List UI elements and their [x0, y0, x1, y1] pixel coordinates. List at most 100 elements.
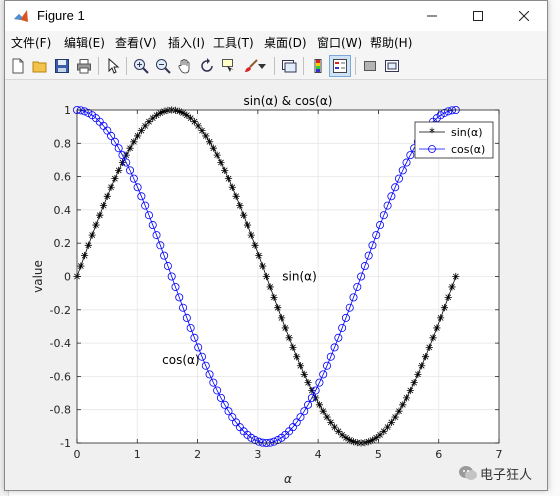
data-point-sin [406, 386, 414, 395]
show-plot-tools-button[interactable] [381, 55, 403, 77]
menu-file[interactable]: 文件(F) [11, 34, 51, 51]
y-tick-label: 0.4 [54, 204, 72, 217]
hide-plot-tools-icon [364, 61, 376, 71]
pointer-arrow-icon [108, 58, 120, 74]
data-point-sin [243, 221, 252, 229]
figure-window: Figure 1 文件(F) 编辑(E) 查看(V) 插入(I) 工具(T) 桌… [4, 0, 548, 491]
pan-button[interactable] [174, 55, 196, 77]
insert-legend-button[interactable] [329, 55, 351, 77]
new-figure-button[interactable] [7, 55, 29, 77]
data-point-sin [77, 262, 85, 270]
y-tick-label: -0.6 [50, 370, 71, 383]
folder-icon [32, 61, 47, 73]
legend-label-cos: cos(α) [451, 143, 485, 156]
data-point-sin [418, 362, 426, 370]
chart-title: sin(α) & cos(α) [244, 94, 333, 108]
data-point-sin [414, 370, 422, 378]
data-point-sin [84, 241, 92, 249]
legend[interactable]: * sin(α) cos(α) [414, 121, 494, 159]
link-plot-button[interactable] [278, 55, 300, 77]
title-bar[interactable]: Figure 1 [5, 1, 547, 31]
annotation-cos: cos(α) [162, 353, 199, 367]
data-point-sin [277, 314, 286, 322]
maximize-button[interactable] [455, 1, 501, 31]
data-point-sin [213, 151, 221, 159]
print-button[interactable] [73, 55, 95, 77]
x-tick-label: 7 [496, 448, 503, 461]
zoom-out-button[interactable] [152, 55, 174, 77]
data-point-sin [247, 231, 255, 239]
menu-window[interactable]: 窗口(W) [317, 34, 362, 51]
x-tick-label: 5 [375, 448, 382, 461]
y-tick-label: 1 [64, 104, 71, 117]
insert-colorbar-button[interactable] [307, 55, 329, 77]
show-plot-tools-icon [385, 60, 399, 72]
data-cursor-button[interactable] [218, 55, 240, 77]
printer-icon [77, 59, 91, 74]
save-button[interactable] [51, 55, 73, 77]
data-point-sin [255, 252, 263, 260]
close-button[interactable] [501, 1, 547, 31]
toolbar-separator [126, 57, 127, 75]
data-point-sin [300, 370, 308, 378]
data-point-sin [270, 293, 278, 301]
data-point-sin [395, 407, 403, 415]
toolbar-separator [303, 57, 304, 75]
data-point-sin [387, 418, 395, 427]
data-point-sin [80, 252, 89, 260]
toolbar-separator [355, 57, 356, 75]
menu-edit[interactable]: 编辑(E) [64, 34, 105, 51]
x-tick-label: 2 [194, 448, 201, 461]
rotate-icon [201, 58, 213, 72]
open-file-button[interactable] [29, 55, 51, 77]
x-tick-label: 0 [74, 448, 81, 461]
brush-dropdown[interactable] [256, 55, 268, 77]
data-point-sin [88, 231, 96, 239]
plot-svg: 0 1 2 3 4 5 6 7 -1 -0.8 -0.6 -0.4 -0.2 0 0.2 0.4 0.6 0.8 1… [31, 94, 503, 486]
data-point-sin [103, 192, 111, 200]
data-cursor-icon [222, 59, 234, 72]
data-point-sin [274, 304, 282, 312]
y-tick-label: -0.2 [50, 304, 71, 317]
menu-insert[interactable]: 插入(I) [168, 34, 205, 51]
data-point-sin [137, 126, 145, 135]
x-tick-label: 4 [315, 448, 322, 461]
rotate-3d-button[interactable] [196, 55, 218, 77]
data-point-sin [304, 379, 312, 387]
data-point-sin [319, 407, 327, 415]
menu-view[interactable]: 查看(V) [115, 34, 157, 51]
toolbar-separator [274, 57, 275, 75]
data-point-sin [429, 334, 437, 342]
data-point-sin [384, 423, 392, 431]
minimize-button[interactable] [409, 1, 455, 31]
data-point-sin [266, 283, 274, 291]
background-window-edge-right [548, 0, 560, 496]
data-point-sin [198, 126, 206, 135]
data-point-sin [194, 122, 202, 130]
data-point-sin [327, 418, 335, 427]
data-point-sin [228, 183, 236, 191]
legend-marker-sin: * [429, 126, 435, 140]
minimize-icon [427, 15, 437, 17]
chevron-down-icon [258, 64, 266, 69]
data-point-sin [99, 202, 108, 210]
legend-label-sin: sin(α) [451, 126, 483, 139]
zoom-in-button[interactable] [130, 55, 152, 77]
edit-plot-button[interactable] [102, 55, 124, 77]
window-title: Figure 1 [37, 8, 85, 23]
menu-desktop[interactable]: 桌面(D) [264, 34, 307, 51]
colorbar-icon [314, 59, 322, 73]
data-point-sin [126, 144, 134, 152]
data-point-sin [452, 272, 460, 281]
data-point-sin [323, 413, 331, 421]
data-point-sin [259, 262, 267, 270]
data-point-sin [202, 132, 210, 140]
data-point-sin [440, 304, 449, 312]
menu-help[interactable]: 帮助(H) [370, 34, 412, 51]
data-point-sin [262, 272, 270, 281]
menu-tools[interactable]: 工具(T) [213, 34, 254, 51]
figure-toolbar [5, 53, 547, 80]
hide-plot-tools-button[interactable] [359, 55, 381, 77]
data-point-sin [391, 413, 399, 421]
data-point-sin [107, 183, 115, 191]
